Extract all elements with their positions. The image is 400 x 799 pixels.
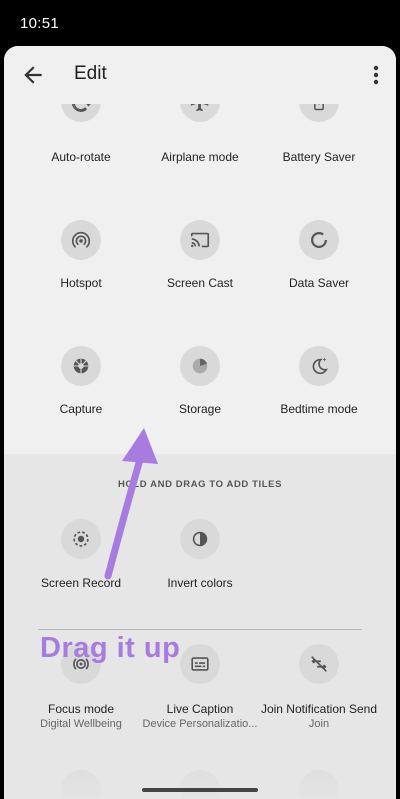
- tile-label: Battery Saver: [282, 150, 356, 164]
- live-caption-icon: [180, 644, 220, 684]
- tile-data-saver[interactable]: Data Saver: [254, 220, 384, 330]
- tile-screen-record[interactable]: Screen Record: [16, 519, 146, 629]
- tile-label: Live Caption: [166, 702, 234, 716]
- data-saver-icon: [299, 220, 339, 260]
- tile-screen-cast[interactable]: Screen Cast: [135, 220, 265, 330]
- navigation-handle[interactable]: [142, 788, 258, 792]
- tile-sublabel: Digital Wellbeing: [40, 718, 122, 730]
- storage-icon: [180, 346, 220, 386]
- tile-label: Data Saver: [288, 276, 350, 290]
- tile-label: Hotspot: [60, 276, 102, 290]
- tile-label: Storage: [178, 402, 222, 416]
- edit-tiles-sheet: Edit Auto-rotate Airplane mode Battery S…: [4, 46, 396, 799]
- hotspot-icon: [61, 220, 101, 260]
- tile-invert-colors[interactable]: Invert colors: [135, 519, 265, 629]
- add-tiles-hint: HOLD AND DRAG TO ADD TILES: [117, 479, 283, 490]
- page-title: Edit: [74, 63, 107, 84]
- back-arrow-icon[interactable]: [20, 62, 46, 88]
- tile-label: Auto-rotate: [51, 150, 111, 164]
- tile-hotspot[interactable]: Hotspot: [16, 220, 146, 330]
- tile-sublabel: Join: [308, 718, 330, 730]
- tile-sublabel: Device Personalizatio...: [142, 718, 258, 730]
- tile-bedtime-mode[interactable]: Bedtime mode: [254, 346, 384, 456]
- invert-colors-icon: [180, 519, 220, 559]
- screen-record-icon: [61, 519, 101, 559]
- top-app-bar: Edit: [4, 46, 396, 104]
- notification-off-icon: [299, 644, 339, 684]
- annotation-label: Drag it up: [40, 632, 181, 664]
- tile-label: Capture: [59, 402, 103, 416]
- more-options-icon[interactable]: [370, 64, 382, 86]
- tile-label: Focus mode: [47, 702, 115, 716]
- status-time: 10:51: [20, 15, 60, 32]
- section-divider: [38, 629, 362, 630]
- camera-shutter-icon: [61, 346, 101, 386]
- tile-label: Bedtime mode: [280, 402, 358, 416]
- status-bar: 10:51: [0, 0, 400, 46]
- moon-stars-icon: [299, 346, 339, 386]
- tile-capture[interactable]: Capture: [16, 346, 146, 456]
- tile-label: Join Notification Send: [260, 702, 378, 716]
- tile-storage[interactable]: Storage: [135, 346, 265, 456]
- tile-label: Screen Cast: [166, 276, 234, 290]
- tile-label: Screen Record: [40, 576, 122, 590]
- cast-icon: [180, 220, 220, 260]
- tile-label: Airplane mode: [161, 150, 239, 164]
- tile-label: Invert colors: [167, 576, 233, 590]
